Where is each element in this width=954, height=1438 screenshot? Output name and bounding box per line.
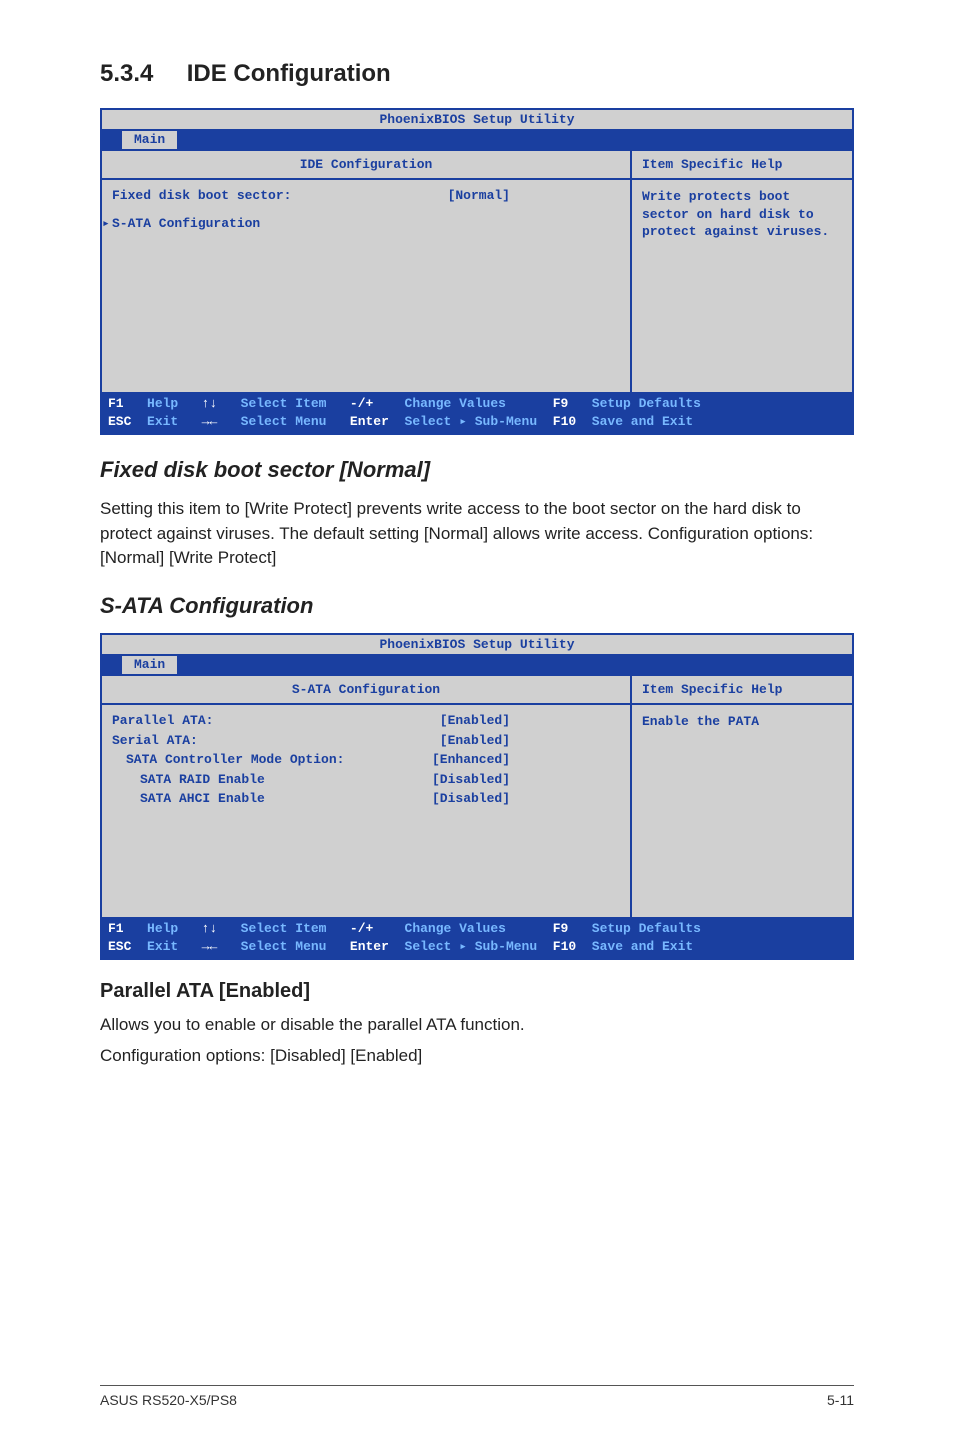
key-enter: Enter: [350, 413, 389, 431]
key-pm: -/+: [350, 395, 373, 413]
bios-panel-title-2: S-ATA Configuration: [102, 676, 630, 705]
help-body: Write protects boot sector on hard disk …: [632, 180, 852, 249]
lbl-save-2: Save and Exit: [592, 938, 693, 956]
row-fixed-disk[interactable]: Fixed disk boot sector: [Normal]: [112, 186, 620, 206]
section-heading: 5.3.4 IDE Configuration: [100, 60, 854, 88]
page-footer: ASUS RS520-X5/PS8 5-11: [100, 1385, 854, 1408]
bios-footer: F1 Help ↑↓ Select Item -/+ Change Values…: [102, 392, 852, 433]
bios-footer-2: F1 Help ↑↓ Select Item -/+ Change Values…: [102, 917, 852, 958]
raid-label: SATA RAID Enable: [140, 770, 265, 790]
lbl-help: Help: [147, 395, 178, 413]
lbl-help-2: Help: [147, 920, 178, 938]
footer-right: 5-11: [827, 1392, 854, 1408]
key-enter-2: Enter: [350, 938, 389, 956]
key-updown-2: ↑↓: [202, 920, 218, 938]
key-lr-2: →←: [202, 938, 218, 956]
row-sata-raid[interactable]: SATA RAID Enable [Disabled]: [112, 770, 620, 790]
key-f1-2: F1: [108, 920, 124, 938]
key-f9: F9: [553, 395, 569, 413]
row-sata-mode[interactable]: SATA Controller Mode Option: [Enhanced]: [112, 750, 620, 770]
lbl-select-item-2: Select Item: [241, 920, 327, 938]
help-title: Item Specific Help: [632, 151, 852, 180]
key-f10-2: F10: [553, 938, 576, 956]
lbl-defaults-2: Setup Defaults: [592, 920, 701, 938]
serial-value: [Enabled]: [440, 731, 620, 751]
key-pm-2: -/+: [350, 920, 373, 938]
lbl-exit: Exit: [147, 413, 178, 431]
bios-tab-main[interactable]: Main: [122, 131, 177, 149]
parallel-text1: Allows you to enable or disable the para…: [100, 1013, 854, 1038]
lbl-exit-2: Exit: [147, 938, 178, 956]
row-sata-ahci[interactable]: SATA AHCI Enable [Disabled]: [112, 789, 620, 809]
bios-tab-row: Main: [102, 131, 852, 149]
bios-tab-main-2[interactable]: Main: [122, 656, 177, 674]
parallel-value: [Enabled]: [440, 711, 620, 731]
bios-panel-title: IDE Configuration: [102, 151, 630, 180]
fixed-disk-value: [Normal]: [448, 186, 620, 206]
key-esc: ESC: [108, 413, 131, 431]
parallel-text2: Configuration options: [Disabled] [Enabl…: [100, 1044, 854, 1069]
help-title-2: Item Specific Help: [632, 676, 852, 705]
bios-tab-row-2: Main: [102, 656, 852, 674]
lbl-defaults: Setup Defaults: [592, 395, 701, 413]
fixed-disk-text: Setting this item to [Write Protect] pre…: [100, 497, 854, 571]
parallel-label: Parallel ATA:: [112, 711, 213, 731]
key-f10: F10: [553, 413, 576, 431]
lbl-submenu-2: Select ▸ Sub-Menu: [405, 938, 538, 956]
key-updown: ↑↓: [202, 395, 218, 413]
lbl-select-item: Select Item: [241, 395, 327, 413]
parallel-heading: Parallel ATA [Enabled]: [100, 980, 854, 1003]
lbl-save: Save and Exit: [592, 413, 693, 431]
serial-label: Serial ATA:: [112, 731, 198, 751]
key-lr: →←: [202, 413, 218, 431]
footer-left: ASUS RS520-X5/PS8: [100, 1392, 237, 1408]
lbl-select-menu-2: Select Menu: [241, 938, 327, 956]
fixed-disk-heading: Fixed disk boot sector [Normal]: [100, 457, 854, 483]
lbl-change: Change Values: [405, 395, 506, 413]
bios-panel-sata: PhoenixBIOS Setup Utility Main S-ATA Con…: [100, 633, 854, 960]
section-number: 5.3.4: [100, 60, 153, 87]
lbl-submenu: Select ▸ Sub-Menu: [405, 413, 538, 431]
bios-panel-ide: PhoenixBIOS Setup Utility Main IDE Confi…: [100, 108, 854, 435]
lbl-change-2: Change Values: [405, 920, 506, 938]
mode-value: [Enhanced]: [432, 750, 620, 770]
lbl-select-menu: Select Menu: [241, 413, 327, 431]
sata-config-label: S-ATA Configuration: [112, 214, 260, 234]
raid-value: [Disabled]: [432, 770, 620, 790]
row-parallel-ata[interactable]: Parallel ATA: [Enabled]: [112, 711, 620, 731]
ahci-value: [Disabled]: [432, 789, 620, 809]
help-body-2: Enable the PATA: [632, 705, 852, 739]
mode-label: SATA Controller Mode Option:: [126, 750, 344, 770]
bios-title: PhoenixBIOS Setup Utility: [102, 110, 852, 131]
row-sata-config[interactable]: ▸ S-ATA Configuration: [112, 214, 620, 234]
sata-heading: S-ATA Configuration: [100, 593, 854, 619]
key-esc-2: ESC: [108, 938, 131, 956]
key-f1: F1: [108, 395, 124, 413]
section-title: IDE Configuration: [187, 60, 391, 87]
fixed-disk-label: Fixed disk boot sector:: [112, 186, 291, 206]
ahci-label: SATA AHCI Enable: [140, 789, 265, 809]
row-serial-ata[interactable]: Serial ATA: [Enabled]: [112, 731, 620, 751]
submenu-arrow-icon: ▸: [102, 214, 110, 234]
key-f9-2: F9: [553, 920, 569, 938]
bios-title-2: PhoenixBIOS Setup Utility: [102, 635, 852, 656]
